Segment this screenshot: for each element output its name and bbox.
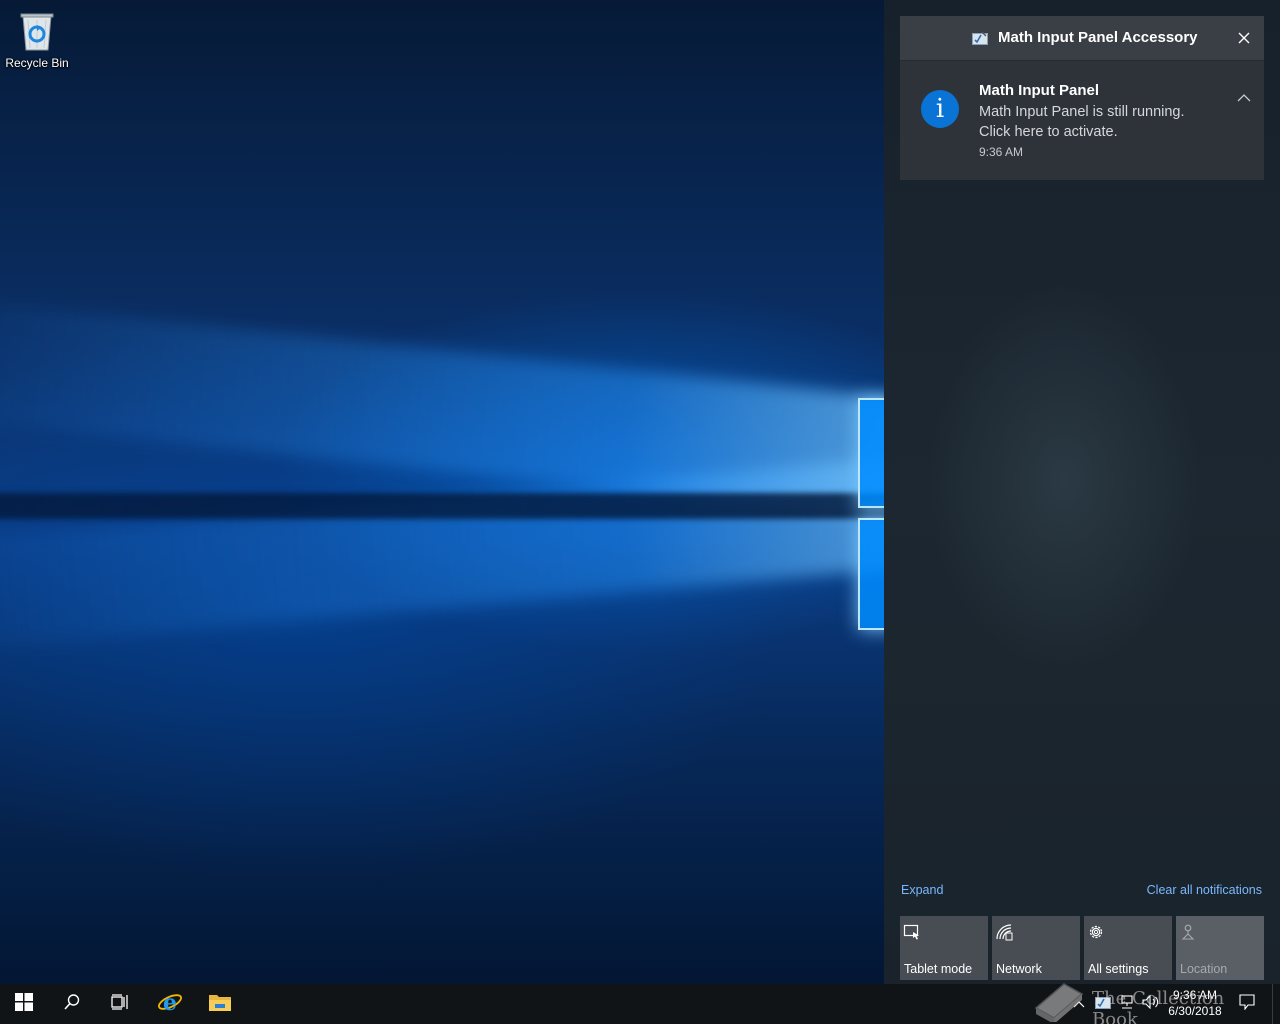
internet-explorer-icon: e bbox=[157, 990, 183, 1019]
math-input-panel-tray-icon bbox=[1095, 995, 1111, 1014]
location-icon bbox=[1179, 923, 1197, 941]
show-hidden-icons-button[interactable] bbox=[1070, 984, 1088, 1024]
desktop-icon-label: Recycle Bin bbox=[5, 56, 69, 70]
file-explorer-taskbar-button[interactable] bbox=[196, 984, 244, 1024]
chevron-up-icon[interactable] bbox=[1236, 91, 1252, 103]
desktop-wallpaper: Recycle Bin bbox=[0, 0, 884, 984]
task-view-icon bbox=[111, 993, 129, 1015]
recycle-bin-icon bbox=[18, 8, 56, 52]
quick-action-label: All settings bbox=[1088, 962, 1149, 976]
desktop-icon-recycle-bin[interactable]: Recycle Bin bbox=[4, 8, 70, 70]
windows-logo-pane bbox=[858, 518, 884, 630]
chevron-up-icon bbox=[1073, 995, 1085, 1013]
svg-text:e: e bbox=[163, 990, 177, 1014]
settings-gear-icon bbox=[1087, 923, 1105, 941]
tablet-mode-icon bbox=[903, 923, 921, 941]
notification-body: Math Input Panel is still running. Click… bbox=[979, 104, 1185, 140]
clock-date: 6/30/2018 bbox=[1168, 1004, 1222, 1018]
action-center-panel: Math Input Panel Accessory i Math Input … bbox=[884, 0, 1280, 984]
show-desktop-button[interactable] bbox=[1272, 984, 1280, 1024]
notification-time: 9:36 AM bbox=[979, 145, 1024, 159]
action-center-icon bbox=[1239, 993, 1255, 1015]
network-tray-icon bbox=[1119, 994, 1135, 1015]
quick-action-tablet-mode[interactable]: Tablet mode bbox=[900, 916, 988, 980]
action-center-button[interactable] bbox=[1236, 984, 1258, 1024]
start-button[interactable] bbox=[0, 984, 48, 1024]
expand-link[interactable]: Expand bbox=[901, 883, 943, 897]
internet-explorer-taskbar-button[interactable]: e bbox=[146, 984, 194, 1024]
network-icon bbox=[995, 923, 1013, 941]
notification-app-name: Math Input Panel Accessory bbox=[998, 29, 1198, 46]
search-button[interactable] bbox=[48, 984, 96, 1024]
windows-logo-pane bbox=[858, 398, 884, 508]
clear-all-notifications-link[interactable]: Clear all notifications bbox=[1147, 883, 1262, 897]
wallpaper-shadow-band bbox=[0, 493, 884, 519]
wallpaper-light-beam bbox=[0, 456, 884, 650]
notification-toast[interactable]: i Math Input Panel Math Input Panel is s… bbox=[900, 60, 1264, 180]
notification-group: Math Input Panel Accessory i Math Input … bbox=[900, 16, 1264, 180]
taskbar-clock[interactable]: 9:36 AM 6/30/2018 bbox=[1158, 987, 1232, 1019]
file-explorer-icon bbox=[208, 992, 232, 1017]
search-icon bbox=[63, 993, 81, 1016]
close-icon[interactable] bbox=[1234, 28, 1254, 48]
quick-action-all-settings[interactable]: All settings bbox=[1084, 916, 1172, 980]
math-input-panel-icon bbox=[972, 31, 988, 45]
notification-group-header[interactable]: Math Input Panel Accessory bbox=[900, 16, 1264, 60]
quick-action-location[interactable]: Location bbox=[1176, 916, 1264, 980]
math-input-panel-tray-button[interactable] bbox=[1092, 984, 1114, 1024]
clock-time: 9:36 AM bbox=[1172, 988, 1218, 1002]
notification-title: Math Input Panel bbox=[979, 82, 1099, 99]
quick-actions-bar: Tablet mode Network All settings Locatio… bbox=[900, 916, 1264, 980]
quick-action-label: Location bbox=[1180, 962, 1228, 976]
quick-action-label: Network bbox=[996, 962, 1042, 976]
taskbar: e 9:36 AM 6/30/2018 bbox=[0, 984, 1280, 1024]
info-icon: i bbox=[921, 90, 959, 128]
start-icon bbox=[15, 992, 33, 1016]
task-view-button[interactable] bbox=[96, 984, 144, 1024]
quick-action-label: Tablet mode bbox=[904, 962, 973, 976]
quick-action-network[interactable]: Network bbox=[992, 916, 1080, 980]
network-tray-button[interactable] bbox=[1116, 984, 1138, 1024]
